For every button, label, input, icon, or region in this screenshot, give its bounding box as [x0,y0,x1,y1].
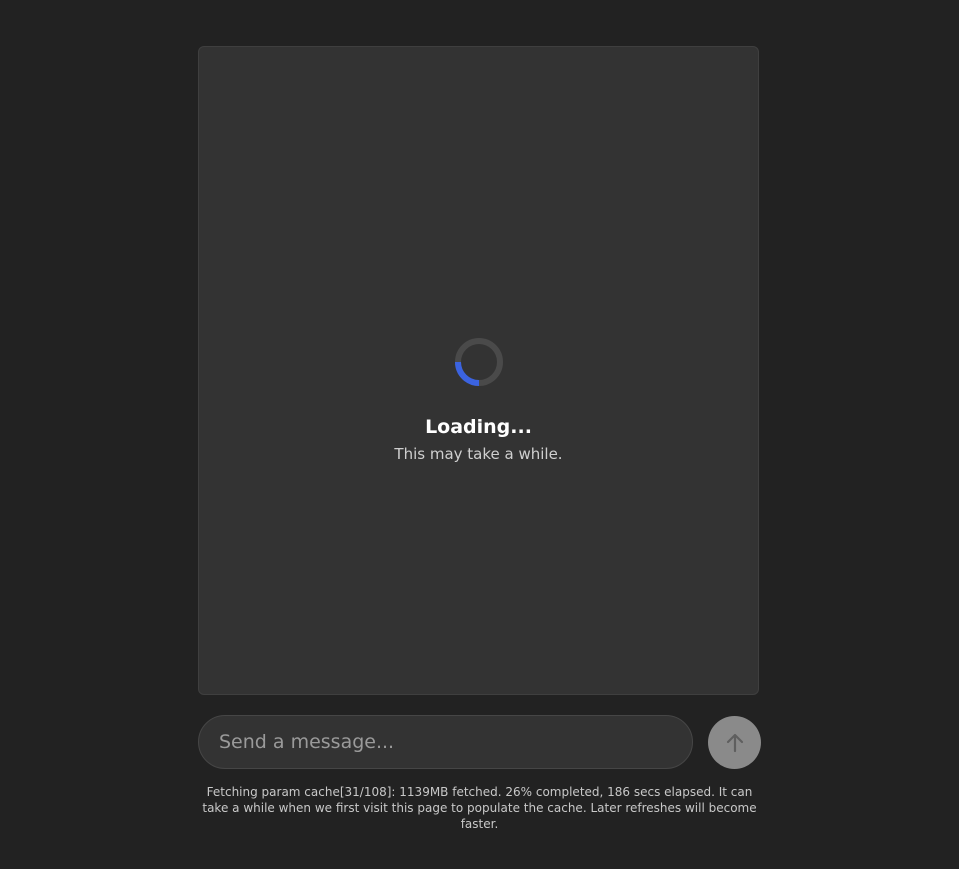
loading-subtitle: This may take a while. [394,445,563,463]
loading-title: Loading... [425,416,532,438]
arrow-up-icon [726,733,743,752]
message-input[interactable] [219,716,669,768]
cache-status-message: Fetching param cache[31/108]: 1139MB fet… [202,785,757,831]
loading-indicator: Loading... This may take a while. [199,337,758,464]
message-input-container[interactable] [198,715,693,769]
send-button[interactable] [708,716,761,769]
loading-spinner-icon [454,338,503,386]
chat-panel: Loading... This may take a while. [198,46,759,695]
